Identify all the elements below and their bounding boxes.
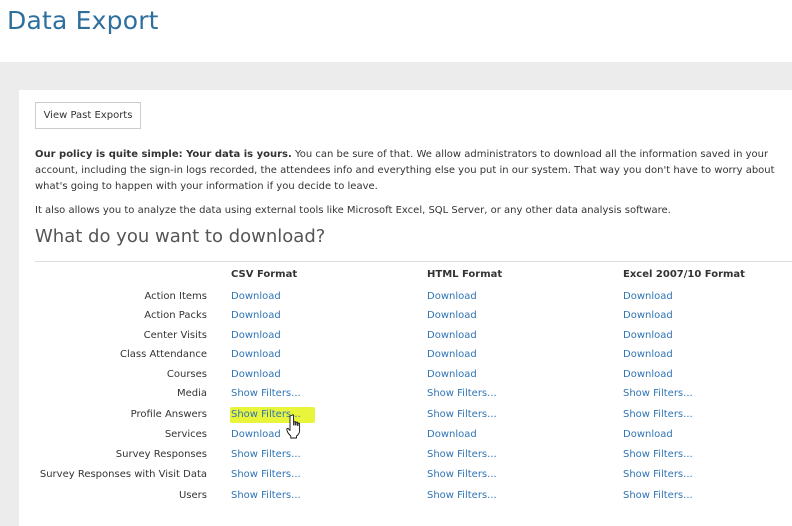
csv-link[interactable]: Download xyxy=(231,427,281,443)
html-link[interactable]: Download xyxy=(427,427,477,443)
excel-link[interactable]: Show Filters... xyxy=(623,407,693,423)
policy-bold-text: Our policy is quite simple: Your data is… xyxy=(35,149,292,160)
html-link[interactable]: Download xyxy=(427,347,477,363)
policy-text: Our policy is quite simple: Your data is… xyxy=(35,147,783,195)
html-link[interactable]: Show Filters... xyxy=(427,407,497,423)
row-label: Survey Responses with Visit Data xyxy=(39,469,207,480)
table-row: Class Attendance Download Download Downl… xyxy=(0,347,792,367)
row-label: Media xyxy=(176,388,207,399)
csv-link[interactable]: Show Filters... xyxy=(231,467,301,483)
excel-link[interactable]: Show Filters... xyxy=(623,447,693,463)
csv-link[interactable]: Download xyxy=(231,347,281,363)
excel-link[interactable]: Download xyxy=(623,427,673,443)
excel-link[interactable]: Download xyxy=(623,328,673,344)
html-link[interactable]: Show Filters... xyxy=(427,447,497,463)
column-header-excel: Excel 2007/10 Format xyxy=(623,269,745,280)
table-row: Action Items Download Download Download xyxy=(0,289,792,309)
column-header-csv: CSV Format xyxy=(231,269,298,280)
excel-link[interactable]: Show Filters... xyxy=(623,488,693,504)
excel-link[interactable]: Show Filters... xyxy=(623,386,693,402)
row-label: Users xyxy=(178,490,207,501)
hand-pointer-icon xyxy=(286,414,301,439)
html-link[interactable]: Show Filters... xyxy=(427,467,497,483)
table-row: Survey Responses with Visit Data Show Fi… xyxy=(0,467,792,487)
table-row: Profile Answers Show Filters... Show Fil… xyxy=(0,407,792,427)
analysis-note: It also allows you to analyze the data u… xyxy=(35,205,671,216)
table-row: Users Show Filters... Show Filters... Sh… xyxy=(0,488,792,508)
view-past-exports-button[interactable]: View Past Exports xyxy=(35,102,141,129)
section-heading: What do you want to download? xyxy=(35,226,326,247)
table-row: Survey Responses Show Filters... Show Fi… xyxy=(0,447,792,467)
csv-link[interactable]: Download xyxy=(231,367,281,383)
section-divider xyxy=(35,261,792,262)
table-row: Action Packs Download Download Download xyxy=(0,308,792,328)
html-link[interactable]: Download xyxy=(427,289,477,305)
html-link[interactable]: Show Filters... xyxy=(427,488,497,504)
table-row: Courses Download Download Download xyxy=(0,367,792,387)
excel-link[interactable]: Download xyxy=(623,347,673,363)
column-header-html: HTML Format xyxy=(427,269,503,280)
table-row: Media Show Filters... Show Filters... Sh… xyxy=(0,386,792,406)
csv-link[interactable]: Show Filters... xyxy=(231,386,301,402)
row-label: Services xyxy=(164,429,207,440)
csv-link[interactable]: Download xyxy=(231,289,281,305)
excel-link[interactable]: Show Filters... xyxy=(623,467,693,483)
excel-link[interactable]: Download xyxy=(623,289,673,305)
row-label: Courses xyxy=(166,369,207,380)
html-link[interactable]: Download xyxy=(427,328,477,344)
excel-link[interactable]: Download xyxy=(623,308,673,324)
html-link[interactable]: Download xyxy=(427,308,477,324)
page-title: Data Export xyxy=(7,6,159,35)
excel-link[interactable]: Download xyxy=(623,367,673,383)
csv-link[interactable]: Download xyxy=(231,308,281,324)
row-label: Profile Answers xyxy=(130,409,207,420)
csv-link[interactable]: Show Filters... xyxy=(231,447,301,463)
page-header: Data Export xyxy=(0,0,792,62)
row-label: Class Attendance xyxy=(120,349,207,360)
html-link[interactable]: Show Filters... xyxy=(427,386,497,402)
csv-link[interactable]: Download xyxy=(231,328,281,344)
csv-link[interactable]: Show Filters... xyxy=(231,488,301,504)
row-label: Survey Responses xyxy=(115,449,207,460)
table-row: Center Visits Download Download Download xyxy=(0,328,792,348)
row-label: Action Items xyxy=(144,291,207,302)
table-row: Services Download Download Download xyxy=(0,427,792,447)
html-link[interactable]: Download xyxy=(427,367,477,383)
row-label: Center Visits xyxy=(143,330,207,341)
row-label: Action Packs xyxy=(144,310,207,321)
